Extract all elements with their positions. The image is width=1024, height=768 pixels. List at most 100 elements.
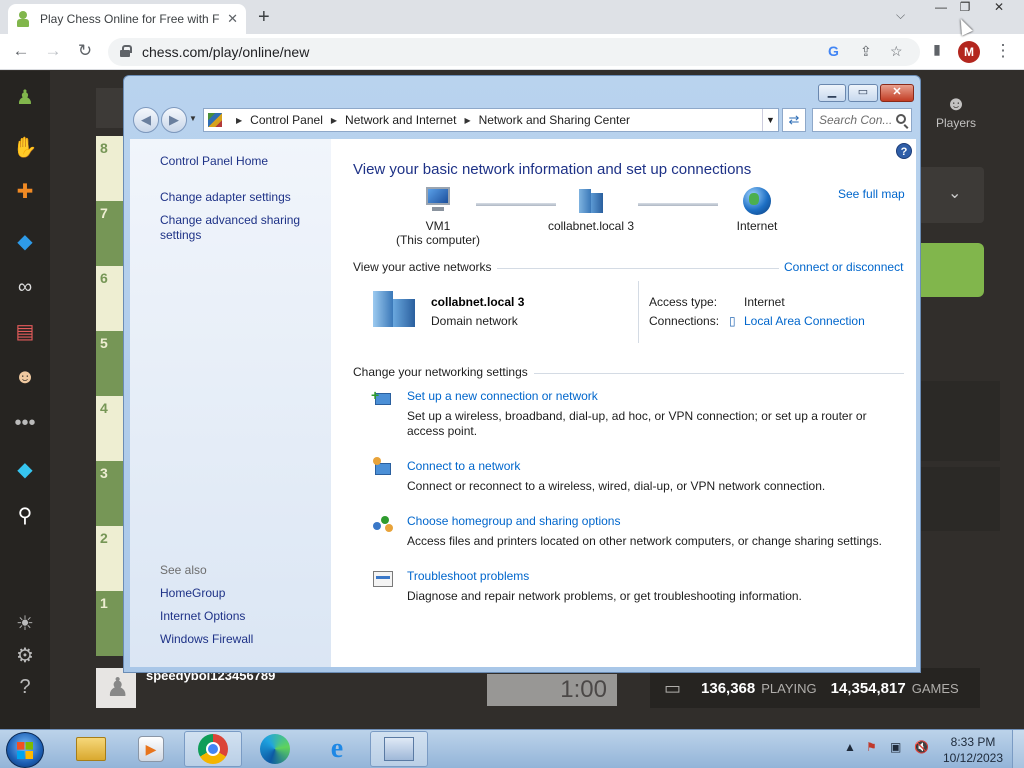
media-player-icon: ▶ bbox=[138, 736, 164, 762]
see-full-map-link[interactable]: See full map bbox=[838, 187, 905, 201]
help-icon[interactable]: ? bbox=[896, 143, 912, 159]
breadcrumb-arrow-icon[interactable]: ▶ bbox=[331, 116, 337, 125]
reload-icon[interactable]: ↻ bbox=[74, 41, 96, 61]
menu-kebab-icon[interactable]: ⋮ bbox=[992, 41, 1014, 61]
social-icon[interactable]: ☻ bbox=[11, 363, 39, 391]
chess-sidebar: ♟ ✋ ✚ ◆ ∞ ▤ ☻ ••• ◆ ⚲ ☀ ⚙ ? bbox=[0, 71, 50, 730]
browser-tab[interactable]: Play Chess Online for Free with Fr ✕ bbox=[8, 4, 246, 34]
search-icon[interactable]: ⚲ bbox=[11, 501, 39, 529]
internet-explorer-icon: e bbox=[330, 733, 344, 764]
breadcrumb-control-panel[interactable]: Control Panel bbox=[250, 113, 323, 127]
network-name: collabnet.local 3 bbox=[547, 219, 635, 233]
taskbar-explorer[interactable] bbox=[62, 731, 120, 767]
players-tab[interactable]: ☻ Players bbox=[928, 93, 984, 130]
puzzles-icon[interactable]: ✚ bbox=[11, 177, 39, 205]
tray-overflow-icon[interactable]: ▲ bbox=[844, 740, 856, 754]
back-nav-icon[interactable]: ◀ bbox=[133, 107, 159, 133]
breadcrumb-network-sharing[interactable]: Network and Sharing Center bbox=[479, 113, 630, 127]
settings-gear-icon[interactable]: ⚙ bbox=[11, 641, 39, 669]
cp-maximize-button[interactable]: ▭ bbox=[848, 84, 878, 102]
show-desktop-button[interactable] bbox=[1012, 730, 1024, 768]
refresh-icon[interactable]: ⇄ bbox=[782, 108, 806, 132]
chess-logo-icon[interactable]: ♟ bbox=[11, 83, 39, 111]
homegroup-link[interactable]: HomeGroup bbox=[160, 586, 225, 601]
taskbar-control-panel[interactable] bbox=[370, 731, 428, 767]
cp-close-button[interactable]: ✕ bbox=[880, 84, 914, 102]
cp-minimize-button[interactable]: ▁ bbox=[818, 84, 846, 102]
close-tab-icon[interactable]: ✕ bbox=[227, 11, 238, 27]
breadcrumb[interactable]: ▶ Control Panel ▶ Network and Internet ▶… bbox=[203, 108, 779, 132]
taskbar-clock[interactable]: 8:33 PM 10/12/2023 bbox=[940, 734, 1006, 766]
connect-network-link[interactable]: Connect to a network bbox=[407, 459, 520, 473]
local-area-connection-link[interactable]: Local Area Connection bbox=[744, 314, 865, 328]
google-icon[interactable]: G bbox=[828, 43, 839, 59]
network-tray-icon[interactable]: ▣ bbox=[890, 740, 901, 754]
back-icon[interactable]: ← bbox=[10, 41, 32, 61]
computer-name: VM1 bbox=[425, 219, 451, 233]
computer-icon bbox=[422, 187, 454, 215]
setup-connection-link[interactable]: Set up a new connection or network bbox=[407, 389, 598, 403]
start-button[interactable] bbox=[6, 732, 44, 768]
close-window-icon[interactable]: ✕ bbox=[986, 0, 1012, 18]
more-icon[interactable]: ••• bbox=[11, 409, 39, 437]
breadcrumb-network-internet[interactable]: Network and Internet bbox=[345, 113, 456, 127]
change-advanced-sharing-link[interactable]: Change advanced sharing settings bbox=[160, 213, 320, 243]
connect-disconnect-link[interactable]: Connect or disconnect bbox=[784, 260, 903, 274]
change-settings-title: Change your networking settings bbox=[353, 365, 528, 379]
diamond-icon[interactable]: ◆ bbox=[11, 455, 39, 483]
map-node-internet[interactable]: Internet bbox=[717, 187, 797, 233]
tab-search-chevron-icon[interactable]: ⌵ bbox=[896, 8, 905, 23]
side-panel-icon[interactable]: ▮ bbox=[926, 41, 948, 58]
domain-network-icon[interactable] bbox=[373, 289, 421, 329]
control-panel-home-link[interactable]: Control Panel Home bbox=[160, 154, 268, 169]
cp-search-input[interactable]: Search Con... bbox=[812, 108, 912, 132]
bookmark-star-icon[interactable]: ☆ bbox=[890, 43, 903, 60]
connections-label: Connections: bbox=[649, 314, 720, 328]
globe-icon bbox=[741, 187, 773, 215]
address-dropdown-icon[interactable]: ▼ bbox=[762, 109, 778, 131]
map-node-network[interactable]: collabnet.local 3 bbox=[531, 187, 651, 233]
option-panel[interactable] bbox=[920, 381, 1000, 461]
taskbar-chrome[interactable] bbox=[184, 731, 242, 767]
play-button[interactable] bbox=[920, 243, 984, 297]
profile-avatar[interactable]: M bbox=[958, 41, 980, 63]
chess-right-panel: ☻ Players ⌄ bbox=[920, 71, 1024, 730]
taskbar-media-player[interactable]: ▶ bbox=[122, 731, 180, 767]
new-tab-button[interactable]: + bbox=[258, 6, 270, 29]
section-divider bbox=[534, 373, 904, 374]
taskbar-edge[interactable] bbox=[246, 731, 304, 767]
option-panel[interactable] bbox=[920, 467, 1000, 531]
internet-options-link[interactable]: Internet Options bbox=[160, 609, 245, 624]
forward-nav-icon[interactable]: ▶ bbox=[161, 107, 187, 133]
recent-pages-icon[interactable]: ▼ bbox=[189, 114, 197, 123]
taskbar-ie[interactable]: e bbox=[308, 731, 366, 767]
breadcrumb-arrow-icon[interactable]: ▶ bbox=[236, 116, 242, 125]
change-adapter-settings-link[interactable]: Change adapter settings bbox=[160, 190, 291, 205]
windows-firewall-link[interactable]: Windows Firewall bbox=[160, 632, 253, 647]
troubleshoot-link[interactable]: Troubleshoot problems bbox=[407, 569, 529, 583]
watch-binoculars-icon[interactable]: ∞ bbox=[11, 273, 39, 301]
play-icon[interactable]: ✋ bbox=[11, 133, 39, 161]
minimize-icon[interactable]: — bbox=[928, 0, 954, 18]
map-node-computer[interactable]: VM1 (This computer) bbox=[383, 187, 493, 247]
folder-icon bbox=[76, 737, 106, 761]
domain-network-icon bbox=[575, 187, 607, 215]
chat-icon[interactable]: ▭ bbox=[664, 678, 681, 699]
action-center-flag-icon[interactable]: ⚑ bbox=[866, 740, 877, 754]
cp-main-pane: ? View your basic network information an… bbox=[331, 139, 916, 667]
brightness-icon[interactable]: ☀ bbox=[11, 609, 39, 637]
breadcrumb-arrow-icon[interactable]: ▶ bbox=[464, 116, 470, 125]
active-network-type[interactable]: Domain network bbox=[431, 314, 518, 328]
homegroup-sharing-link[interactable]: Choose homegroup and sharing options bbox=[407, 514, 620, 528]
address-bar[interactable]: chess.com/play/online/new G ⇪ ☆ bbox=[108, 38, 920, 66]
search-icon[interactable] bbox=[896, 114, 906, 124]
learn-icon[interactable]: ◆ bbox=[11, 227, 39, 255]
volume-muted-icon[interactable]: 🔇 bbox=[914, 740, 929, 754]
help-icon[interactable]: ? bbox=[11, 673, 39, 701]
browser-toolbar: ← → ↻ chess.com/play/online/new G ⇪ ☆ ▮ … bbox=[0, 34, 1024, 70]
players-icon: ☻ bbox=[945, 93, 967, 115]
dropdown-panel[interactable]: ⌄ bbox=[920, 167, 984, 223]
share-icon[interactable]: ⇪ bbox=[860, 43, 872, 60]
news-icon[interactable]: ▤ bbox=[11, 317, 39, 345]
forward-icon[interactable]: → bbox=[42, 41, 64, 61]
